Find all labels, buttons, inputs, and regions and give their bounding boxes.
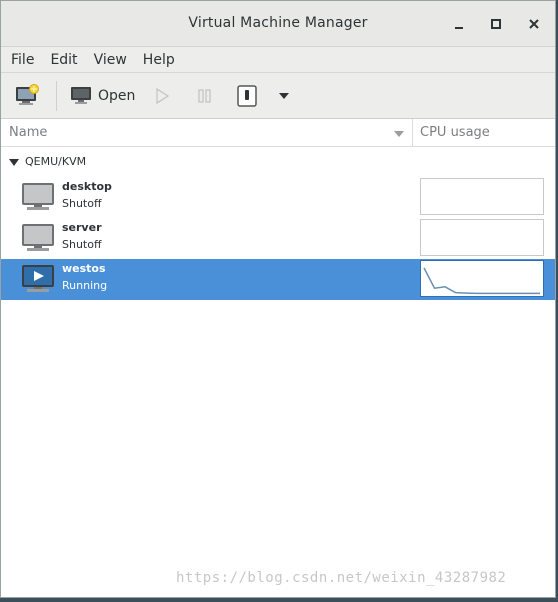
title-bar: Virtual Machine Manager: [1, 1, 555, 47]
minimize-icon: [455, 27, 463, 29]
vm-monitor-icon: [22, 224, 54, 251]
new-vm-button[interactable]: [14, 84, 42, 108]
vm-state: Shutoff: [62, 238, 102, 251]
menu-bar: File Edit View Help: [1, 47, 555, 73]
new-vm-icon: [16, 84, 39, 105]
vm-name: server: [62, 221, 102, 234]
power-icon: [237, 85, 257, 107]
list-header: Name CPU usage: [1, 119, 555, 147]
pause-icon: [198, 89, 211, 103]
maximize-button[interactable]: [487, 15, 505, 33]
monitor-icon: [71, 87, 91, 104]
chevron-down-icon: [279, 93, 289, 99]
open-button-label: Open: [98, 88, 136, 104]
vm-name: westos: [62, 262, 106, 275]
run-button[interactable]: [153, 84, 171, 108]
vm-state: Shutoff: [62, 197, 102, 210]
menu-help[interactable]: Help: [135, 47, 183, 73]
minimize-button[interactable]: [450, 15, 468, 33]
expander-arrow-icon[interactable]: [9, 159, 19, 167]
pause-button[interactable]: [196, 84, 214, 108]
toolbar: Open: [1, 73, 555, 119]
menu-file[interactable]: File: [3, 47, 42, 73]
close-button[interactable]: [525, 15, 543, 33]
cpu-usage-graph: [420, 178, 544, 215]
cpu-usage-graph: [420, 219, 544, 256]
connection-label: QEMU/KVM: [25, 155, 87, 168]
vm-row-westos[interactable]: westos Running: [1, 259, 555, 300]
column-divider: [412, 119, 413, 147]
menu-edit[interactable]: Edit: [42, 47, 85, 73]
column-cpu-usage[interactable]: CPU usage: [420, 125, 490, 140]
cpu-usage-graph: [420, 260, 544, 297]
cpu-usage-line: [423, 267, 540, 295]
close-icon: [529, 19, 539, 29]
toolbar-separator: [56, 81, 57, 111]
column-name[interactable]: Name: [9, 125, 47, 140]
shutdown-button[interactable]: [237, 84, 257, 108]
watermark: https://blog.csdn.net/weixin_43287982: [176, 570, 507, 586]
vm-monitor-icon: [22, 183, 54, 210]
window-title: Virtual Machine Manager: [188, 15, 368, 31]
cpu-usage-sparkline: [423, 267, 540, 295]
connection-row[interactable]: QEMU/KVM: [1, 147, 555, 177]
open-button[interactable]: Open: [70, 84, 135, 108]
menu-view[interactable]: View: [86, 47, 135, 73]
shutdown-dropdown-button[interactable]: [277, 84, 291, 108]
sort-arrow-icon[interactable]: [393, 129, 405, 139]
maximize-icon: [491, 19, 501, 29]
vm-row-server[interactable]: server Shutoff: [1, 218, 555, 259]
vm-state: Running: [62, 279, 108, 292]
play-icon: [156, 87, 170, 105]
vm-running-icon: [22, 265, 54, 292]
vm-name: desktop: [62, 180, 112, 193]
vm-list: QEMU/KVM desktop Shutoff server Shutoff: [1, 147, 555, 300]
vm-row-desktop[interactable]: desktop Shutoff: [1, 177, 555, 218]
vm-manager-window: Virtual Machine Manager File Edit View H…: [0, 0, 556, 598]
